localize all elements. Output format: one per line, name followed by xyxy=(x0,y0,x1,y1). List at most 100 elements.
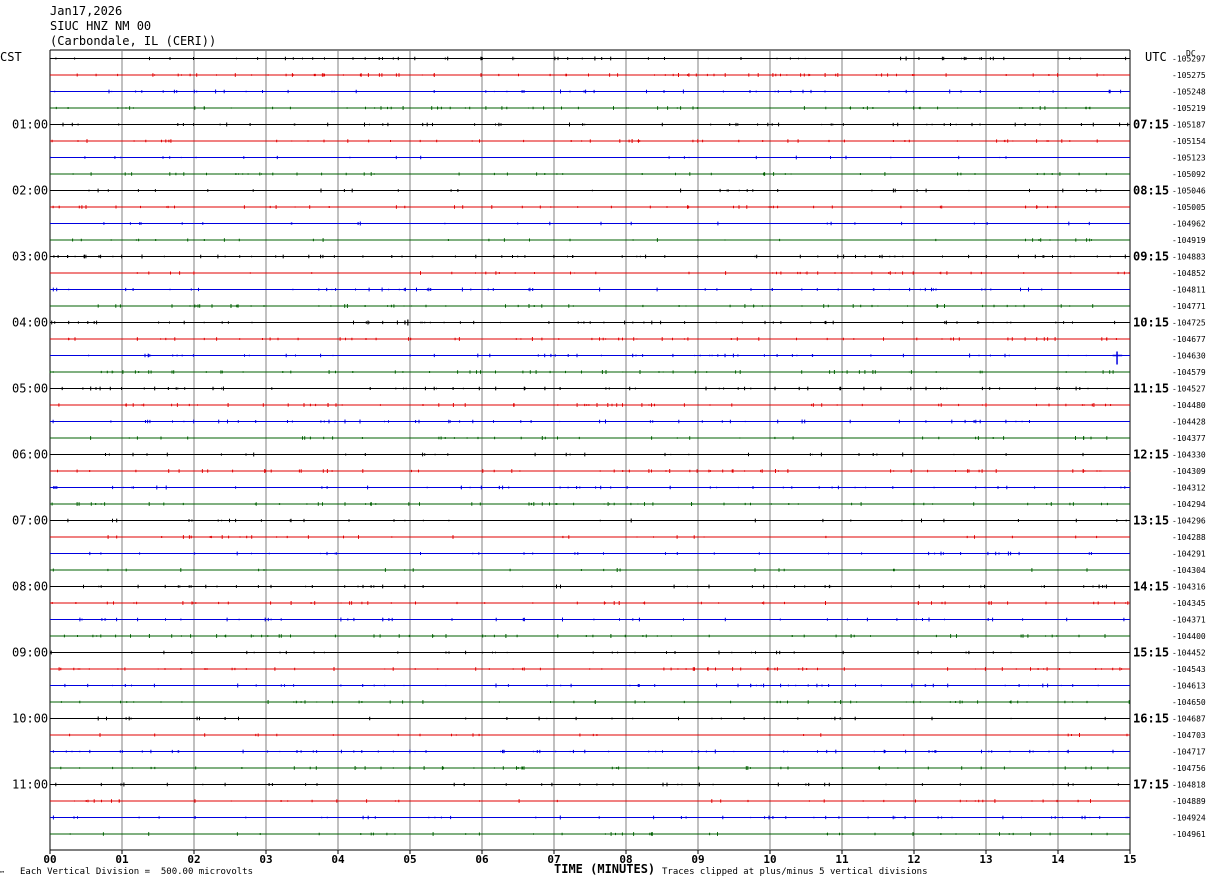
dc-offset-label: -105092 xyxy=(1172,170,1206,179)
dc-offset-label: -104316 xyxy=(1172,583,1206,592)
clip-note: Traces clipped at plus/minus 5 vertical … xyxy=(662,867,928,877)
x-tick-label: 00 xyxy=(43,853,56,866)
dc-offset-label: -104288 xyxy=(1172,533,1206,542)
x-tick-label: 06 xyxy=(475,853,489,866)
left-zone-label: CST xyxy=(0,50,22,64)
cst-hour-label: 04:00 xyxy=(12,316,48,330)
utc-hour-label: 14:15 xyxy=(1133,580,1169,594)
seismic-event-spike xyxy=(1112,351,1123,365)
x-tick-label: 15 xyxy=(1123,853,1136,866)
cst-hour-label: 09:00 xyxy=(12,646,48,660)
utc-hour-label: 11:15 xyxy=(1133,382,1169,396)
dc-offset-labels: -105297-105275-105248-105219-105187-1051… xyxy=(1172,55,1206,840)
dc-offset-label: -104304 xyxy=(1172,566,1206,575)
x-tick-label: 02 xyxy=(187,853,200,866)
dc-offset-label: -104687 xyxy=(1172,715,1206,724)
dc-offset-label: -104613 xyxy=(1172,682,1206,691)
dc-offset-label: -105046 xyxy=(1172,187,1206,196)
utc-hour-label: 12:15 xyxy=(1133,448,1169,462)
cst-hour-label: 05:00 xyxy=(12,382,48,396)
dc-offset-label: -104428 xyxy=(1172,418,1206,427)
dc-offset-label: -104579 xyxy=(1172,368,1206,377)
dc-offset-label: -105005 xyxy=(1172,203,1206,212)
dc-offset-label: -104756 xyxy=(1172,764,1206,773)
dc-offset-label: -104962 xyxy=(1172,220,1206,229)
trace-lines xyxy=(49,56,1131,836)
right-hour-labels: 07:15 08:15 09:15 10:15 11:15 12:15 13:15 14:15… xyxy=(1133,118,1169,792)
dc-offset-label: -104309 xyxy=(1172,467,1206,476)
cst-hour-label: 10:00 xyxy=(12,712,48,726)
utc-hour-label: 08:15 xyxy=(1133,184,1169,198)
dc-offset-label: -104296 xyxy=(1172,517,1206,526)
x-tick-label: 14 xyxy=(1051,853,1065,866)
cst-hour-label: 07:00 xyxy=(12,514,48,528)
x-tick-label: 11 xyxy=(835,853,849,866)
dc-offset-label: -104919 xyxy=(1172,236,1206,245)
x-tick-label: 01 xyxy=(115,853,129,866)
time-grid xyxy=(49,49,1131,851)
dc-offset-label: -104650 xyxy=(1172,698,1206,707)
dc-offset-label: -104883 xyxy=(1172,253,1206,262)
x-axis-label: TIME (MINUTES) xyxy=(554,862,656,876)
dc-offset-label: -104345 xyxy=(1172,599,1206,608)
dc-offset-label: -105248 xyxy=(1172,88,1206,97)
cst-hour-label: 11:00 xyxy=(12,778,48,792)
dc-offset-label: -104452 xyxy=(1172,649,1206,658)
dc-offset-label: -104717 xyxy=(1172,748,1206,757)
x-tick-label: 05 xyxy=(403,853,416,866)
header-date: Jan17,2026 xyxy=(50,4,123,18)
x-tick-label: 09 xyxy=(691,853,704,866)
utc-hour-label: 17:15 xyxy=(1133,778,1169,792)
dc-offset-label: -105187 xyxy=(1172,121,1206,130)
right-zone-label: UTC xyxy=(1145,50,1167,64)
left-hour-labels: 01:00 02:00 03:00 04:00 05:00 06:00 07:00 08:00… xyxy=(12,118,48,792)
dc-offset-label: -104400 xyxy=(1172,632,1206,641)
dc-offset-label: -104852 xyxy=(1172,269,1206,278)
corner-mark: ™ xyxy=(0,870,5,878)
dc-offset-label: -105123 xyxy=(1172,154,1206,163)
dc-offset-label: -104371 xyxy=(1172,616,1206,625)
dc-offset-label: -105154 xyxy=(1172,137,1206,146)
dc-offset-label: -104961 xyxy=(1172,830,1206,839)
cst-hour-label: 03:00 xyxy=(12,250,48,264)
dc-offset-label: -104543 xyxy=(1172,665,1206,674)
dc-offset-label: -104330 xyxy=(1172,451,1206,460)
dc-header-label: DC xyxy=(1186,49,1196,58)
dc-offset-label: -105275 xyxy=(1172,71,1206,80)
utc-hour-label: 13:15 xyxy=(1133,514,1169,528)
header-location: (Carbondale, IL (CERI)) xyxy=(50,34,217,48)
dc-offset-label: -104312 xyxy=(1172,484,1206,493)
x-tick-label: 12 xyxy=(907,853,920,866)
dc-offset-label: -104811 xyxy=(1172,286,1206,295)
dc-offset-label: -104294 xyxy=(1172,500,1206,509)
cst-hour-label: 06:00 xyxy=(12,448,48,462)
x-tick-label: 13 xyxy=(979,853,992,866)
dc-offset-label: -104889 xyxy=(1172,797,1206,806)
x-tick-label: 10 xyxy=(763,853,776,866)
cst-hour-label: 02:00 xyxy=(12,184,48,198)
dc-offset-label: -104677 xyxy=(1172,335,1206,344)
dc-offset-label: -104377 xyxy=(1172,434,1206,443)
dc-offset-label: -104630 xyxy=(1172,352,1206,361)
x-tick-label: 03 xyxy=(259,853,272,866)
utc-hour-label: 09:15 xyxy=(1133,250,1169,264)
utc-hour-label: 16:15 xyxy=(1133,712,1169,726)
dc-offset-label: -104725 xyxy=(1172,319,1206,328)
utc-hour-label: 15:15 xyxy=(1133,646,1169,660)
dc-offset-label: -104703 xyxy=(1172,731,1206,740)
dc-offset-label: -104291 xyxy=(1172,550,1206,559)
utc-hour-label: 10:15 xyxy=(1133,316,1169,330)
dc-offset-label: -105219 xyxy=(1172,104,1206,113)
utc-hour-label: 07:15 xyxy=(1133,118,1169,132)
dc-offset-label: -104771 xyxy=(1172,302,1206,311)
cst-hour-label: 01:00 xyxy=(12,118,48,132)
dc-offset-label: -104924 xyxy=(1172,814,1206,823)
dc-offset-label: -104527 xyxy=(1172,385,1206,394)
helicorder-chart: 00 01 02 03 04 05 06 07 08 09 10 11 12 13 14 15 01:0002… xyxy=(12,49,1206,866)
dc-offset-label: -104818 xyxy=(1172,781,1206,790)
header-station: SIUC HNZ NM 00 xyxy=(50,19,152,33)
x-tick-label: 04 xyxy=(331,853,345,866)
cst-hour-label: 08:00 xyxy=(12,580,48,594)
scale-note: Each Vertical Division = 500.00 microvol… xyxy=(20,867,253,877)
dc-offset-label: -104480 xyxy=(1172,401,1206,410)
